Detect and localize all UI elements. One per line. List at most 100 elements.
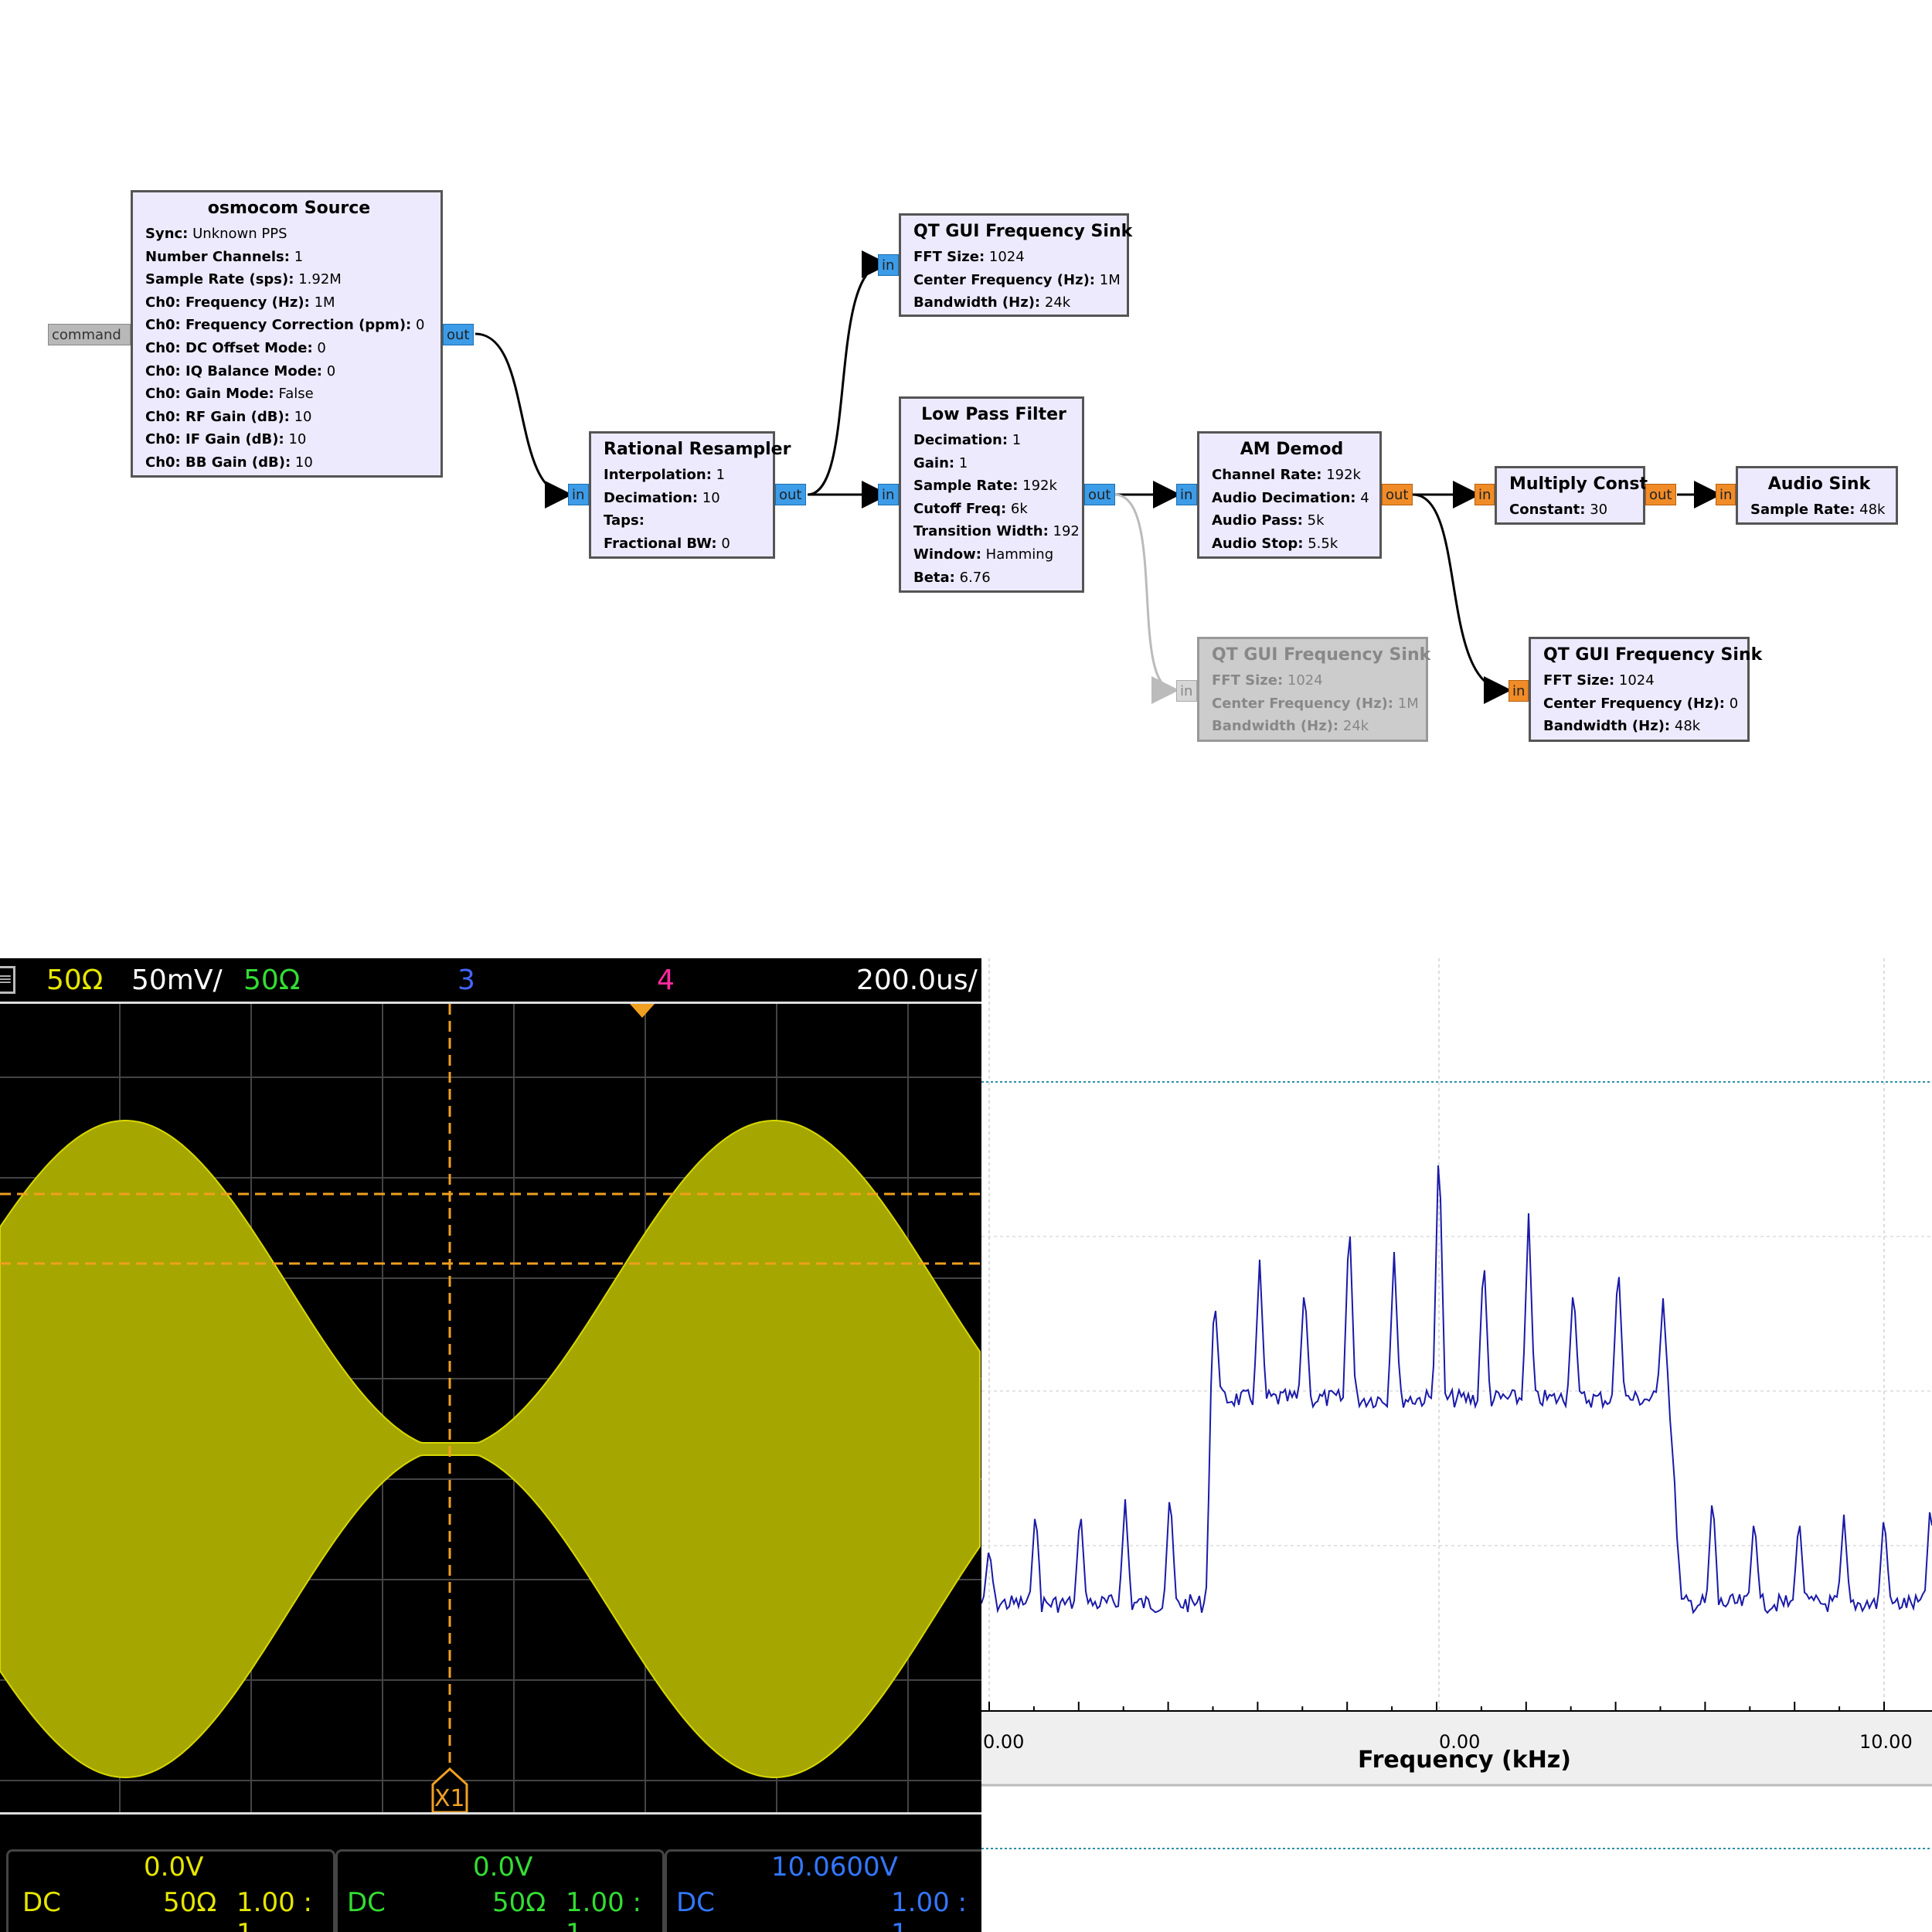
param-key: Beta: <box>913 569 955 586</box>
ch4-label[interactable]: 4 <box>657 964 675 996</box>
param-value: 1M <box>1099 271 1121 288</box>
param-value: 1024 <box>1618 672 1655 689</box>
param-value: 192 <box>1053 523 1080 540</box>
block-title: Audio Sink <box>1767 474 1871 494</box>
param-key: Sample Rate: <box>1750 502 1855 518</box>
ch1-coupling: DC <box>22 1887 61 1918</box>
block-param: Ch0: BB Gain (dB): 10 <box>145 451 433 474</box>
param-key: FFT Size: <box>1543 672 1615 689</box>
block-osmocom-source[interactable]: osmocom Source Sync: Unknown PPS Number Ch… <box>131 190 443 478</box>
param-key: Ch0: IQ Balance Mode: <box>145 362 322 379</box>
param-value: 1M <box>314 294 335 311</box>
block-rational-resampler[interactable]: Rational Resampler Interpolation: 1 Decima… <box>589 431 791 559</box>
x-tick-label-left: 0.00 <box>983 1731 1025 1753</box>
port-audiosink-in[interactable]: in <box>1716 484 1736 505</box>
channel-2-box[interactable]: 0.0V DC 50Ω 1.00 : 1 <box>335 1849 665 1932</box>
ch1-impedance[interactable]: 50Ω <box>46 964 103 996</box>
block-title: Low Pass Filter <box>921 405 1066 424</box>
trigger-marker[interactable] <box>630 1004 655 1018</box>
block-param: Sample Rate: 48k <box>1750 498 1888 522</box>
param-key: Transition Width: <box>913 523 1049 540</box>
ch2-impedance[interactable]: 50Ω <box>243 964 300 996</box>
block-param: Interpolation: 1 <box>604 464 765 487</box>
block-am-demod[interactable]: AM Demod Channel Rate: 192k Audio Decimati… <box>1197 431 1382 559</box>
block-param: Sync: Unknown PPS <box>145 223 433 246</box>
block-param: Cutoff Freq: 6k <box>913 498 1074 521</box>
param-key: Ch0: RF Gain (dB): <box>145 408 290 425</box>
param-value: 1024 <box>988 249 1025 265</box>
block-title: QT GUI Frequency Sink <box>913 222 1133 241</box>
block-param: Decimation: 1 <box>913 429 1074 452</box>
block-param: Bandwidth (Hz): 24k <box>913 291 1119 315</box>
param-key: Bandwidth (Hz): <box>1543 718 1671 735</box>
port-lowpass-in[interactable]: in <box>878 484 899 505</box>
menu-icon[interactable]: ≡ <box>0 966 15 994</box>
block-param: Audio Stop: 5.5k <box>1212 532 1372 556</box>
block-param: Center Frequency (Hz): 0 <box>1543 692 1740 716</box>
param-value: 1 <box>958 454 968 471</box>
param-key: Gain: <box>913 454 955 471</box>
port-command[interactable]: command <box>48 324 131 345</box>
block-qt-freq-sink-2[interactable]: QT GUI Frequency Sink FFT Size: 1024 Cente… <box>1529 637 1762 742</box>
param-key: Ch0: IF Gain (dB): <box>145 431 284 448</box>
ch1-offset: 0.0V <box>144 1852 204 1883</box>
block-param: Taps: <box>604 509 765 532</box>
param-key: Cutoff Freq: <box>913 500 1007 517</box>
param-key: Audio Stop: <box>1212 535 1304 552</box>
block-qt-freq-sink-disabled[interactable]: QT GUI Frequency Sink FFT Size: 1024 Cente… <box>1197 637 1430 742</box>
port-resampler-out[interactable]: out <box>775 484 806 505</box>
param-key: Bandwidth (Hz): <box>1212 718 1339 735</box>
block-title: AM Demod <box>1240 440 1344 459</box>
block-audio-sink[interactable]: Audio Sink Sample Rate: 48k <box>1736 466 1898 525</box>
block-qt-freq-sink-1[interactable]: QT GUI Frequency Sink FFT Size: 1024 Cente… <box>899 213 1133 317</box>
param-key: Audio Decimation: <box>1212 489 1356 506</box>
param-key: Window: <box>913 546 981 563</box>
port-freqsink2-in[interactable]: in <box>1509 680 1529 702</box>
port-amdemod-out[interactable]: out <box>1382 484 1413 505</box>
port-disabled-sink-in[interactable]: in <box>1176 680 1197 702</box>
ch1-probe: 1.00 : 1 <box>236 1887 312 1932</box>
param-value: 1 <box>294 248 304 265</box>
ch3-offset: 10.0600V <box>771 1852 898 1883</box>
param-value: 5.5k <box>1308 535 1338 552</box>
param-value: 1 <box>1012 432 1022 448</box>
wire-osmocom-resampler <box>474 332 573 509</box>
port-amdemod-in[interactable]: in <box>1176 484 1197 505</box>
param-value: 5k <box>1307 512 1325 529</box>
block-param: Center Frequency (Hz): 1M <box>913 269 1121 292</box>
param-key: Decimation: <box>604 489 699 506</box>
param-key: Ch0: BB Gain (dB): <box>145 454 291 471</box>
frequency-sink-plot: 0.00 0.00 10.00 Frequency (kHz) <box>981 958 1932 1932</box>
port-lowpass-out[interactable]: out <box>1084 484 1115 505</box>
param-value: 48k <box>1859 502 1886 518</box>
param-value: 192k <box>1022 478 1057 495</box>
block-param: FFT Size: 1024 <box>1212 669 1418 692</box>
block-low-pass-filter[interactable]: Low Pass Filter Decimation: 1 Gain: 1 Sampl… <box>899 396 1084 593</box>
port-multiply-in[interactable]: in <box>1475 484 1495 505</box>
port-osmocom-out[interactable]: out <box>443 324 474 345</box>
param-value: 30 <box>1590 502 1608 518</box>
param-key: Sample Rate (sps): <box>145 271 294 288</box>
port-resampler-in[interactable]: in <box>568 484 589 505</box>
oscilloscope-screen: ≡ 50Ω 50mV/ 50Ω 3 4 200.0us/ X1 0.0V DC … <box>0 958 981 1932</box>
block-param: Sample Rate (sps): 1.92M <box>145 268 433 291</box>
ch1-impedance-footer: 50Ω <box>163 1887 217 1918</box>
block-title: Multiply Const <box>1509 474 1648 494</box>
channel-1-box[interactable]: 0.0V DC 50Ω 1.00 : 1 <box>6 1849 335 1932</box>
scope-header: ≡ 50Ω 50mV/ 50Ω 3 4 200.0us/ <box>0 958 981 1004</box>
block-param: Ch0: IQ Balance Mode: 0 <box>145 360 433 383</box>
ch1-scale[interactable]: 50mV/ <box>131 964 223 996</box>
param-value: 10 <box>294 408 312 425</box>
ch3-label[interactable]: 3 <box>457 964 475 996</box>
param-key: Fractional BW: <box>604 535 717 552</box>
port-multiply-out[interactable]: out <box>1645 484 1676 505</box>
block-multiply-const[interactable]: Multiply Const Constant: 30 <box>1495 466 1648 525</box>
flowgraph-canvas[interactable]: osmocom Source Sync: Unknown PPS Number Ch… <box>0 0 1932 920</box>
param-value: 10 <box>702 489 720 506</box>
port-freqsink1-in[interactable]: in <box>878 254 899 276</box>
timebase[interactable]: 200.0us/ <box>856 964 978 996</box>
wire-resampler-freqsink1 <box>807 250 889 496</box>
block-param: Audio Pass: 5k <box>1212 509 1372 532</box>
channel-3-box[interactable]: 10.0600V DC 1.00 : 1 <box>665 1849 981 1932</box>
block-param: Ch0: Frequency Correction (ppm): 0 <box>145 314 433 337</box>
